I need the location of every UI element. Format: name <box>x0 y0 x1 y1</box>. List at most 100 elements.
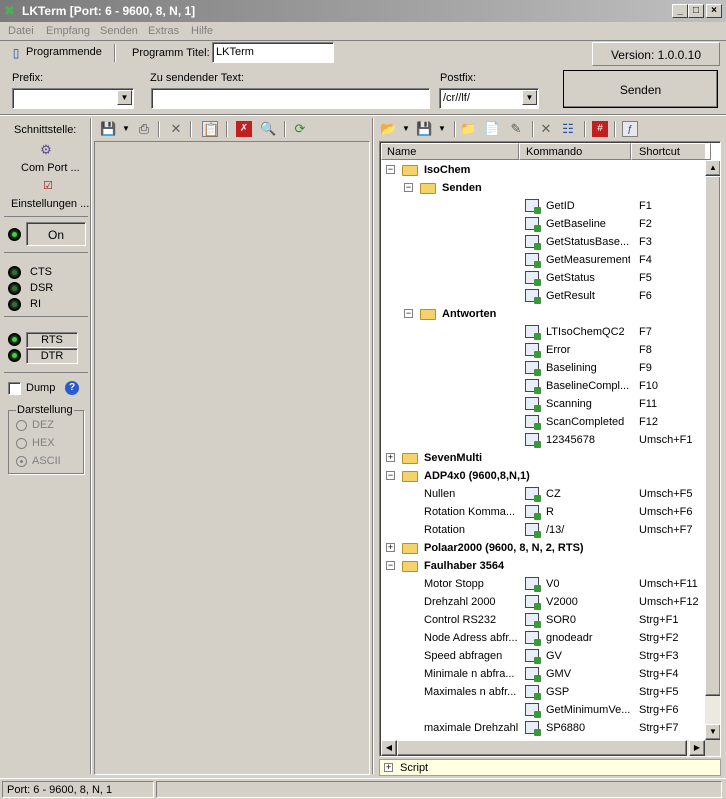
delete-icon[interactable]: ✕ <box>538 121 554 137</box>
tree-command-row[interactable]: Error F8 <box>381 341 705 359</box>
maximize-button[interactable]: □ <box>688 4 704 18</box>
minimize-button[interactable]: _ <box>672 4 688 18</box>
expand-icon[interactable]: + <box>386 453 395 462</box>
collapse-icon[interactable]: − <box>386 561 395 570</box>
delete-icon[interactable]: ✕ <box>168 121 184 137</box>
collapse-icon[interactable]: − <box>404 183 413 192</box>
tree-folder-row[interactable]: − IsoChem <box>381 161 705 179</box>
horizontal-scrollbar[interactable]: ◀ ▶ <box>381 740 705 756</box>
help-icon[interactable]: ? <box>65 381 79 395</box>
tree-command-row[interactable]: GetResult F6 <box>381 287 705 305</box>
chevron-down-icon[interactable]: ▼ <box>398 121 414 137</box>
terminal-output[interactable] <box>94 141 370 775</box>
tree-command-row[interactable]: maximale Drehzahl SP6880 Strg+F7 <box>381 719 705 737</box>
tree-command-row[interactable]: Baselining F9 <box>381 359 705 377</box>
programmende-button[interactable]: ▯ Programmende <box>8 44 108 62</box>
chevron-down-icon[interactable]: ▼ <box>434 121 450 137</box>
com-port-button[interactable]: ⚙ Com Port ... <box>4 140 88 176</box>
search-icon[interactable]: 🔍 <box>260 121 276 137</box>
script-panel[interactable]: + Script <box>379 759 721 776</box>
new-folder-icon[interactable]: 📁 <box>460 121 476 137</box>
tree-command-row[interactable]: Drehzahl 2000 V2000 Umsch+F12 <box>381 593 705 611</box>
collapse-icon[interactable]: − <box>404 309 413 318</box>
command-tree[interactable]: Name Kommando Shortcut − IsoChem − Senden Ge… <box>379 141 721 757</box>
einstellungen-button[interactable]: ☑ Einstellungen ... <box>4 178 89 214</box>
clear-icon[interactable]: ✗ <box>236 121 252 137</box>
expand-icon[interactable]: + <box>384 763 393 772</box>
menu-extras[interactable]: Extras <box>148 25 179 37</box>
rts-button[interactable]: RTS <box>26 332 78 348</box>
menu-datei[interactable]: Datei <box>8 25 34 37</box>
tree-command-row[interactable]: BaselineCompl... F10 <box>381 377 705 395</box>
open-icon[interactable]: 📂 <box>380 121 396 137</box>
scroll-up-arrow-icon[interactable]: ▲ <box>705 160 720 176</box>
clipboard-icon[interactable]: 📋 <box>202 121 219 137</box>
on-button[interactable]: On <box>26 222 86 246</box>
collapse-icon[interactable]: − <box>386 165 395 174</box>
tree-folder-row[interactable]: − Senden <box>381 179 705 197</box>
tree-command-row[interactable]: Minimale n abfra... GMV Strg+F4 <box>381 665 705 683</box>
menu-hilfe[interactable]: Hilfe <box>191 25 213 37</box>
hscroll-thumb[interactable] <box>397 740 687 756</box>
expand-icon[interactable]: + <box>386 543 395 552</box>
hex-radio[interactable] <box>16 438 27 449</box>
new-command-icon[interactable]: 📄 <box>484 121 500 137</box>
scroll-left-arrow-icon[interactable]: ◀ <box>381 740 397 756</box>
save-icon[interactable]: 💾 <box>416 121 432 137</box>
dtr-button[interactable]: DTR <box>26 348 78 364</box>
postfix-combo[interactable]: /cr//lf/ ▼ <box>439 88 539 109</box>
senden-button[interactable]: Senden <box>563 70 718 108</box>
tree-command-row[interactable]: LTIsoChemQC2 F7 <box>381 323 705 341</box>
dez-radio[interactable] <box>16 420 27 431</box>
scroll-thumb[interactable] <box>705 176 720 696</box>
tree-command-row[interactable]: ScanCompleted F12 <box>381 413 705 431</box>
programm-titel-input[interactable]: LKTerm <box>212 42 334 63</box>
scroll-down-arrow-icon[interactable]: ▼ <box>705 724 720 740</box>
chevron-down-icon[interactable]: ▼ <box>118 121 134 137</box>
menu-senden[interactable]: Senden <box>100 25 138 37</box>
edit-icon[interactable]: ✎ <box>508 121 524 137</box>
refresh-icon[interactable]: ⟳ <box>292 121 308 137</box>
shortcut-icon[interactable]: # <box>592 121 608 137</box>
tree-command-row[interactable]: Nullen CZ Umsch+F5 <box>381 485 705 503</box>
title-bar[interactable]: ✖ LKTerm [Port: 6 - 9600, 8, N, 1] _ □ × <box>0 0 726 22</box>
column-kommando[interactable]: Kommando <box>519 143 631 160</box>
tree-command-row[interactable]: Motor Stopp V0 Umsch+F11 <box>381 575 705 593</box>
tree-command-row[interactable]: Speed abfragen GV Strg+F3 <box>381 647 705 665</box>
dump-checkbox[interactable] <box>8 382 21 395</box>
collapse-icon[interactable]: − <box>386 471 395 480</box>
tree-command-row[interactable]: 12345678 Umsch+F1 <box>381 431 705 449</box>
tree-command-row[interactable]: Node Adress abfr... gnodeadr Strg+F2 <box>381 629 705 647</box>
tree-command-row[interactable]: Rotation/13/Umsch+F7 <box>381 521 705 539</box>
tree-folder-row[interactable]: + Polaar2000 (9600, 8, N, 2, RTS) <box>381 539 705 557</box>
tree-folder-row[interactable]: − ADP4x0 (9600,8,N,1) <box>381 467 705 485</box>
ascii-radio[interactable] <box>16 456 27 467</box>
tree-command-row[interactable]: GetStatus F5 <box>381 269 705 287</box>
tree-folder-row[interactable]: + SevenMulti <box>381 449 705 467</box>
vertical-scrollbar[interactable]: ▲ ▼ <box>705 160 720 740</box>
prefix-combo[interactable]: ▼ <box>12 88 134 109</box>
tree-command-row[interactable]: GetBaseline F2 <box>381 215 705 233</box>
send-text-input[interactable] <box>151 88 430 109</box>
tree-command-row[interactable]: Scanning F11 <box>381 395 705 413</box>
menu-empfang[interactable]: Empfang <box>46 25 90 37</box>
scroll-right-arrow-icon[interactable]: ▶ <box>689 740 705 756</box>
chevron-down-icon[interactable]: ▼ <box>522 90 537 105</box>
column-shortcut[interactable]: Shortcut <box>631 143 711 160</box>
tree-command-row[interactable]: Control RS232 SOR0 Strg+F1 <box>381 611 705 629</box>
function-icon[interactable]: ƒ <box>622 121 638 137</box>
tree-command-row[interactable]: GetMinimumVe... Strg+F6 <box>381 701 705 719</box>
tree-command-row[interactable]: Rotation Komma... R Umsch+F6 <box>381 503 705 521</box>
delete-all-icon[interactable]: ☷ <box>560 121 576 137</box>
save-icon[interactable]: 💾 <box>100 121 116 137</box>
tree-folder-row[interactable]: − Faulhaber 3564 <box>381 557 705 575</box>
column-name[interactable]: Name <box>381 143 519 160</box>
tree-command-row[interactable]: Maximales n abfr... GSP Strg+F5 <box>381 683 705 701</box>
tree-command-row[interactable]: GetStatusBase... F3 <box>381 233 705 251</box>
close-button[interactable]: × <box>706 4 722 18</box>
tree-folder-row[interactable]: − Antworten <box>381 305 705 323</box>
tree-command-row[interactable]: GetID F1 <box>381 197 705 215</box>
chevron-down-icon[interactable]: ▼ <box>117 90 132 105</box>
tree-command-row[interactable]: GetMeasurement F4 <box>381 251 705 269</box>
print-icon[interactable]: ⎙ <box>136 121 152 137</box>
